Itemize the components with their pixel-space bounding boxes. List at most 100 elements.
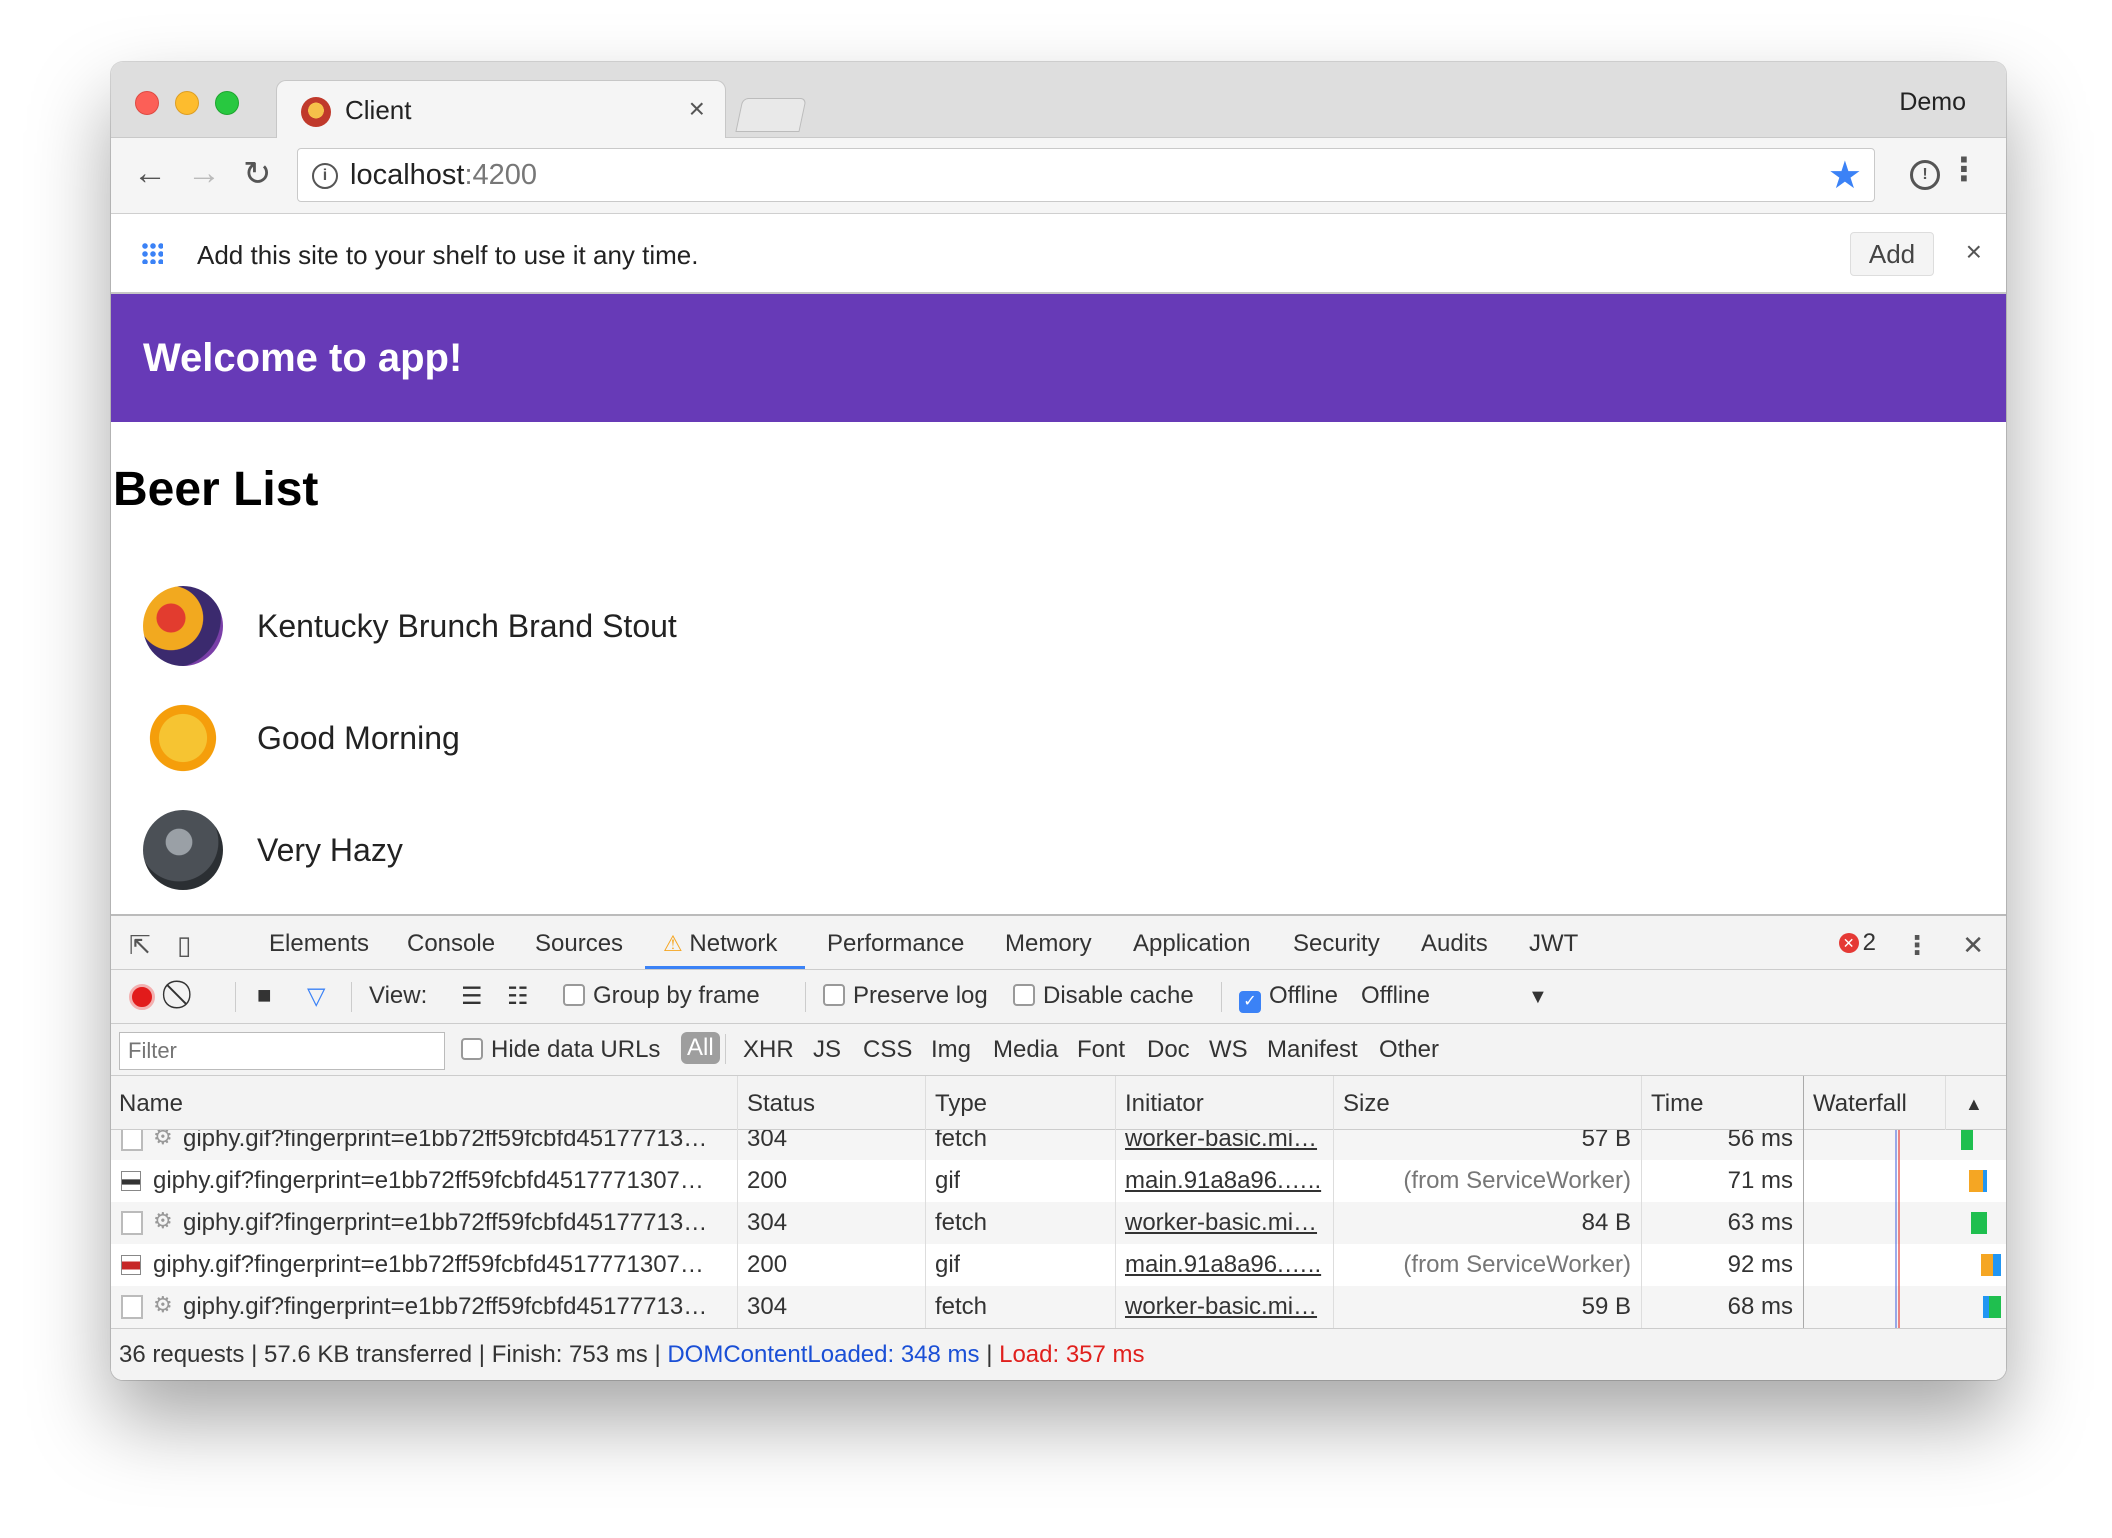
request-initiator[interactable]: worker-basic.mi… (1125, 1209, 1325, 1237)
filter-css[interactable]: CSS (863, 1036, 912, 1064)
table-row[interactable]: ⚙ giphy.gif?fingerprint=e1bb72ff59fcbfd4… (111, 1130, 2006, 1160)
column-status[interactable]: Status (747, 1090, 815, 1118)
tab-sources[interactable]: Sources (535, 930, 623, 958)
request-initiator[interactable]: main.91a8a96.….. (1125, 1167, 1325, 1195)
devtools-close-icon[interactable]: ✕ (1962, 930, 1984, 961)
filter-all[interactable]: All (681, 1032, 720, 1064)
tab-elements[interactable]: Elements (269, 930, 369, 958)
device-toolbar-icon[interactable]: ▯ (177, 930, 191, 961)
filter-xhr[interactable]: XHR (743, 1036, 794, 1064)
list-item[interactable]: Very Hazy (143, 810, 943, 892)
column-size[interactable]: Size (1343, 1090, 1390, 1118)
tab-console[interactable]: Console (407, 930, 495, 958)
bookmark-star-icon[interactable]: ★ (1828, 153, 1862, 198)
offline-toggle[interactable]: ✓ Offline (1239, 982, 1338, 1013)
request-name: giphy.gif?fingerprint=e1bb72ff59fcbfd451… (183, 1209, 708, 1236)
extension-icon[interactable]: ! (1910, 160, 1940, 190)
request-size: 84 B (1581, 1209, 1631, 1236)
request-name: giphy.gif?fingerprint=e1bb72ff59fcbfd451… (183, 1130, 708, 1152)
browser-menu-icon[interactable]: ⋮ (1948, 150, 1980, 188)
tab-audits[interactable]: Audits (1421, 930, 1488, 958)
overview-icon[interactable]: ☷ (507, 982, 529, 1011)
disable-cache-checkbox[interactable] (1013, 984, 1035, 1006)
beer-favicon-icon (301, 97, 331, 127)
avatar (143, 810, 223, 890)
filter-ws[interactable]: WS (1209, 1036, 1248, 1064)
list-item[interactable]: Kentucky Brunch Brand Stout (143, 586, 943, 668)
filter-manifest[interactable]: Manifest (1267, 1036, 1358, 1064)
filter-js[interactable]: JS (813, 1036, 841, 1064)
back-arrow-icon[interactable]: ← (133, 154, 167, 193)
zoom-window-button[interactable] (215, 91, 239, 115)
list-view-icon[interactable]: ☰ (461, 982, 483, 1011)
beer-name: Kentucky Brunch Brand Stout (257, 608, 677, 644)
column-initiator[interactable]: Initiator (1125, 1090, 1204, 1118)
column-name[interactable]: Name (119, 1090, 183, 1118)
request-initiator[interactable]: worker-basic.mi… (1125, 1293, 1325, 1321)
infobar-message: Add this site to your shelf to use it an… (197, 240, 699, 270)
hide-data-urls-label: Hide data URLs (491, 1036, 661, 1063)
list-item[interactable]: Good Morning (143, 698, 943, 780)
filter-doc[interactable]: Doc (1147, 1036, 1190, 1064)
document-icon (121, 1130, 143, 1151)
column-time[interactable]: Time (1651, 1090, 1703, 1118)
inspect-element-icon[interactable]: ⇱ (129, 930, 151, 961)
filter-font[interactable]: Font (1077, 1036, 1125, 1064)
document-icon (121, 1211, 143, 1235)
column-waterfall[interactable]: Waterfall (1813, 1090, 1907, 1118)
tab-network[interactable]: ⚠ Network (663, 930, 777, 958)
tab-client[interactable]: Client × (276, 80, 726, 140)
group-by-frame-toggle[interactable]: Group by frame (563, 982, 760, 1010)
toolbar-divider (1221, 982, 1222, 1012)
network-rows: ⚙ giphy.gif?fingerprint=e1bb72ff59fcbfd4… (111, 1130, 2006, 1330)
profile-name[interactable]: Demo (1899, 88, 1966, 117)
offline-checkbox[interactable]: ✓ (1239, 991, 1261, 1013)
devtools-menu-icon[interactable]: ⋮ (1904, 930, 1930, 961)
request-initiator[interactable]: main.91a8a96.….. (1125, 1251, 1325, 1279)
address-bar[interactable]: i localhost:4200 ★ (297, 148, 1875, 202)
infobar-close-icon[interactable]: × (1966, 236, 1982, 268)
new-tab-button[interactable] (735, 98, 807, 132)
table-row[interactable]: giphy.gif?fingerprint=e1bb72ff59fcbfd451… (111, 1244, 2006, 1286)
tab-jwt[interactable]: JWT (1529, 930, 1578, 958)
sort-ascending-icon[interactable]: ▲ (1965, 1094, 1983, 1115)
hide-data-urls-checkbox[interactable] (461, 1038, 483, 1060)
tab-memory[interactable]: Memory (1005, 930, 1092, 958)
tab-close-icon[interactable]: × (689, 93, 705, 125)
group-by-frame-checkbox[interactable] (563, 984, 585, 1006)
filter-funnel-icon[interactable]: ▽ (307, 982, 325, 1011)
network-summary: 36 requests | 57.6 KB transferred | Fini… (111, 1328, 2006, 1380)
beer-name: Very Hazy (257, 832, 403, 868)
filter-img[interactable]: Img (931, 1036, 971, 1064)
reload-icon[interactable]: ↻ (243, 154, 272, 194)
preserve-log-toggle[interactable]: Preserve log (823, 982, 988, 1010)
disable-cache-toggle[interactable]: Disable cache (1013, 982, 1194, 1010)
hide-data-urls-toggle[interactable]: Hide data URLs (461, 1036, 660, 1064)
table-row[interactable]: giphy.gif?fingerprint=e1bb72ff59fcbfd451… (111, 1160, 2006, 1202)
browser-toolbar: ← → ↻ i localhost:4200 ★ ! ⋮ (111, 138, 2006, 214)
filter-media[interactable]: Media (993, 1036, 1058, 1064)
throttle-select[interactable]: Offline ▼ (1361, 982, 1548, 1010)
tab-performance[interactable]: Performance (827, 930, 964, 958)
screenshot-camera-icon[interactable]: ■ (257, 982, 272, 1010)
preserve-log-label: Preserve log (853, 982, 988, 1009)
record-icon[interactable] (129, 984, 155, 1010)
preserve-log-checkbox[interactable] (823, 984, 845, 1006)
site-info-icon[interactable]: i (312, 163, 338, 189)
tab-application[interactable]: Application (1133, 930, 1250, 958)
table-row[interactable]: ⚙ giphy.gif?fingerprint=e1bb72ff59fcbfd4… (111, 1202, 2006, 1244)
add-to-shelf-button[interactable]: Add (1850, 232, 1934, 276)
filter-other[interactable]: Other (1379, 1036, 1439, 1064)
column-type[interactable]: Type (935, 1090, 987, 1118)
request-initiator[interactable]: worker-basic.mi… (1125, 1130, 1325, 1153)
minimize-window-button[interactable] (175, 91, 199, 115)
table-row[interactable]: ⚙ giphy.gif?fingerprint=e1bb72ff59fcbfd4… (111, 1286, 2006, 1328)
forward-arrow-icon[interactable]: → (187, 154, 221, 193)
filter-input[interactable] (119, 1032, 445, 1070)
request-size: 59 B (1581, 1293, 1631, 1320)
tab-security[interactable]: Security (1293, 930, 1380, 958)
error-count-badge[interactable]: ✕ 2 (1838, 929, 1876, 957)
app-toolbar: Welcome to app! (111, 294, 2006, 422)
close-window-button[interactable] (135, 91, 159, 115)
url-text[interactable]: localhost:4200 (350, 159, 537, 192)
